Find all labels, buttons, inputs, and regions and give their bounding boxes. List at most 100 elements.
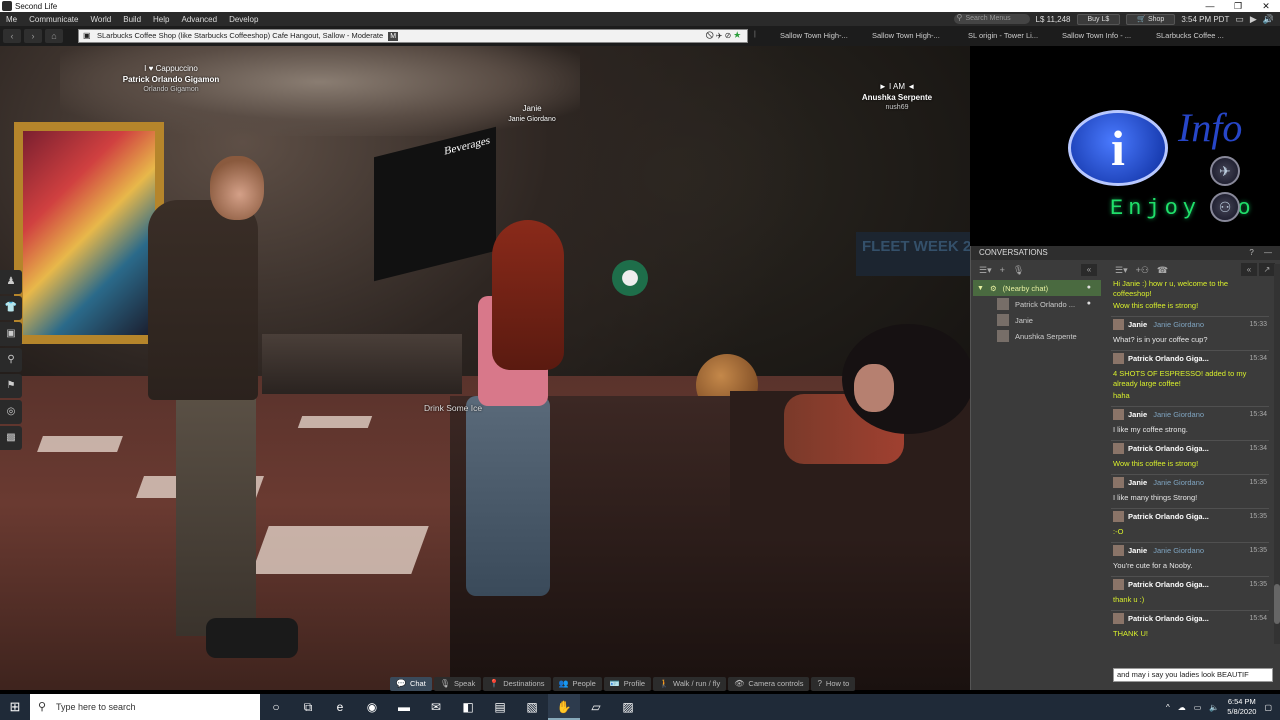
search-icon[interactable]: ⚲ [0,348,22,372]
message-sender[interactable]: Janie [1128,478,1147,487]
tear-off-button[interactable]: ↗ [1259,263,1275,276]
message-sender[interactable]: Janie [1128,320,1147,329]
voice-mic-icon[interactable]: 🎙 [1013,265,1024,276]
favorite-sallow-high-1[interactable]: Sallow Town High-... [780,31,848,40]
conversation-item[interactable]: Patrick Orlando ... ● [973,296,1101,312]
taskbar-clock[interactable]: 6:54 PM 5/8/2020 [1227,697,1256,717]
message-sender[interactable]: Janie [1128,410,1147,419]
mail-icon[interactable]: ✉ [420,694,452,720]
toolbar-button-speak[interactable]: 🎙 Speak [433,677,482,691]
message-sender[interactable]: Patrick Orlando Giga... [1128,580,1209,589]
toolbar-button-chat[interactable]: 💬 Chat [390,677,432,691]
chat-input-field[interactable]: and may i say you ladies look BEAUTIF [1113,668,1273,682]
toolbar-button-profile[interactable]: 🪪 Profile [603,677,652,691]
avatar[interactable] [1113,353,1124,364]
menu-world[interactable]: World [84,15,117,24]
message-sender[interactable]: Patrick Orlando Giga... [1128,614,1209,623]
expand-arrow-icon[interactable]: ▼ [977,285,984,292]
avatar-patrick-head[interactable] [210,156,264,220]
call-icon[interactable]: ☎ [1157,265,1168,276]
message-sender[interactable]: Patrick Orlando Giga... [1128,512,1209,521]
network-icon[interactable]: ▭ [1194,703,1202,712]
options-menu-icon[interactable]: ☰▾ [979,265,992,276]
avatar-patrick-legs[interactable] [176,396,256,636]
avatar-janie-legs[interactable] [466,396,550,596]
search-menus-input[interactable]: Search Menus [953,13,1030,24]
favorite-sl-origin[interactable]: SL origin - Tower Li... [968,31,1038,40]
message-header[interactable]: Patrick Orlando Giga... 15:35 [1111,576,1269,592]
avatar-patrick-body[interactable] [148,200,258,400]
speaker-icon[interactable]: 🔈 [1209,703,1219,712]
cloud-icon[interactable]: ☁ [1178,703,1186,712]
add-conversation-icon[interactable]: + [1000,265,1005,275]
home-button[interactable]: ⌂ [45,29,63,43]
conversation-item[interactable]: Anushka Serpente [973,328,1101,344]
play-media-icon[interactable]: ▶ [1250,14,1257,25]
message-header[interactable]: Janie Janie Giordano 15:35 [1111,474,1269,490]
toolbar-button-destinations[interactable]: 📍 Destinations [483,677,551,691]
start-button[interactable]: ⊞ [0,694,30,720]
sign-people-icon[interactable]: ⚇ [1210,192,1240,222]
photos-icon[interactable]: ▧ [516,694,548,720]
volume-icon[interactable]: 🔊 [1263,14,1274,25]
landmark-icon[interactable]: ⚑ [0,374,22,398]
folder-icon[interactable]: ▬ [388,694,420,720]
collapse-list-button[interactable]: « [1081,264,1097,276]
shirt-icon[interactable]: 👕 [0,296,22,320]
chat-options-icon[interactable]: ☰▾ [1115,265,1128,276]
message-header[interactable]: Janie Janie Giordano 15:33 [1111,316,1269,332]
toolbar-button-camera-controls[interactable]: 👁 Camera controls [728,677,810,691]
favorite-sallow-info[interactable]: Sallow Town Info - ... [1062,31,1131,40]
menu-communicate[interactable]: Communicate [23,15,84,24]
favorite-sallow-high-2[interactable]: Sallow Town High-... [872,31,940,40]
cortana-icon[interactable]: ○ [260,694,292,720]
camera-icon[interactable]: ▩ [0,426,22,450]
expand-pane-button[interactable]: « [1241,263,1257,276]
menu-develop[interactable]: Develop [223,15,264,24]
message-sender[interactable]: Janie [1128,546,1147,555]
notes-icon[interactable]: ▱ [580,694,612,720]
forward-button[interactable]: › [24,29,42,43]
minimize-button[interactable]: — [1196,0,1224,12]
avatar[interactable] [1113,579,1124,590]
message-header[interactable]: Patrick Orlando Giga... 15:34 [1111,440,1269,456]
menu-help[interactable]: Help [147,15,175,24]
message-header[interactable]: Patrick Orlando Giga... 15:34 [1111,350,1269,366]
conversation-item[interactable]: ▼ ⚙ (Nearby chat) ● [973,280,1101,296]
add-people-icon[interactable]: +⚇ [1136,265,1149,276]
parcel-info-icon[interactable]: ▣ [83,30,91,42]
menu-build[interactable]: Build [117,15,147,24]
avatar[interactable] [1113,319,1124,330]
avatar-anushka-face[interactable] [854,364,894,412]
menu-me[interactable]: Me [0,15,23,24]
message-header[interactable]: Patrick Orlando Giga... 15:54 [1111,610,1269,626]
world-viewport[interactable]: Beverages FLEET WEEK 2021 I ♥ Cappuccino… [0,46,970,690]
close-window-button[interactable]: ✕ [1252,0,1280,12]
chat-scrollbar-thumb[interactable] [1274,584,1280,624]
radar-icon[interactable]: ◎ [0,400,22,424]
network-app-icon[interactable]: ▨ [612,694,644,720]
shop-button[interactable]: 🛒 Shop [1126,13,1176,25]
toolbar-button-people[interactable]: 👥 People [552,677,602,691]
favorite-slarbucks[interactable]: SLarbucks Coffee ... [1156,31,1224,40]
favorite-star-icon[interactable]: ★ [733,31,743,40]
avatar[interactable] [1113,545,1124,556]
taskbar-search[interactable]: ⚲ Type here to search [30,694,260,720]
avatar[interactable] [1113,511,1124,522]
notifications-icon[interactable]: ▢ [1264,703,1272,712]
monitor-icon[interactable]: ▭ [1235,14,1244,25]
restore-button[interactable]: ❐ [1224,0,1252,12]
store-icon[interactable]: ▤ [484,694,516,720]
avatar[interactable] [1113,477,1124,488]
conversation-item[interactable]: Janie [973,312,1101,328]
avatar[interactable] [1113,443,1124,454]
tray-expand-icon[interactable]: ^ [1166,703,1170,712]
task-view-icon[interactable]: ⧉ [292,694,324,720]
buy-linden-button[interactable]: Buy L$ [1076,13,1121,25]
message-sender[interactable]: Patrick Orlando Giga... [1128,444,1209,453]
avatar[interactable] [1113,409,1124,420]
panel-help-minimize-controls[interactable]: ? — [1249,246,1276,260]
chrome-icon[interactable]: ◉ [356,694,388,720]
second-life-icon[interactable]: ✋ [548,694,580,720]
sign-teleport-icon[interactable]: ✈ [1210,156,1240,186]
